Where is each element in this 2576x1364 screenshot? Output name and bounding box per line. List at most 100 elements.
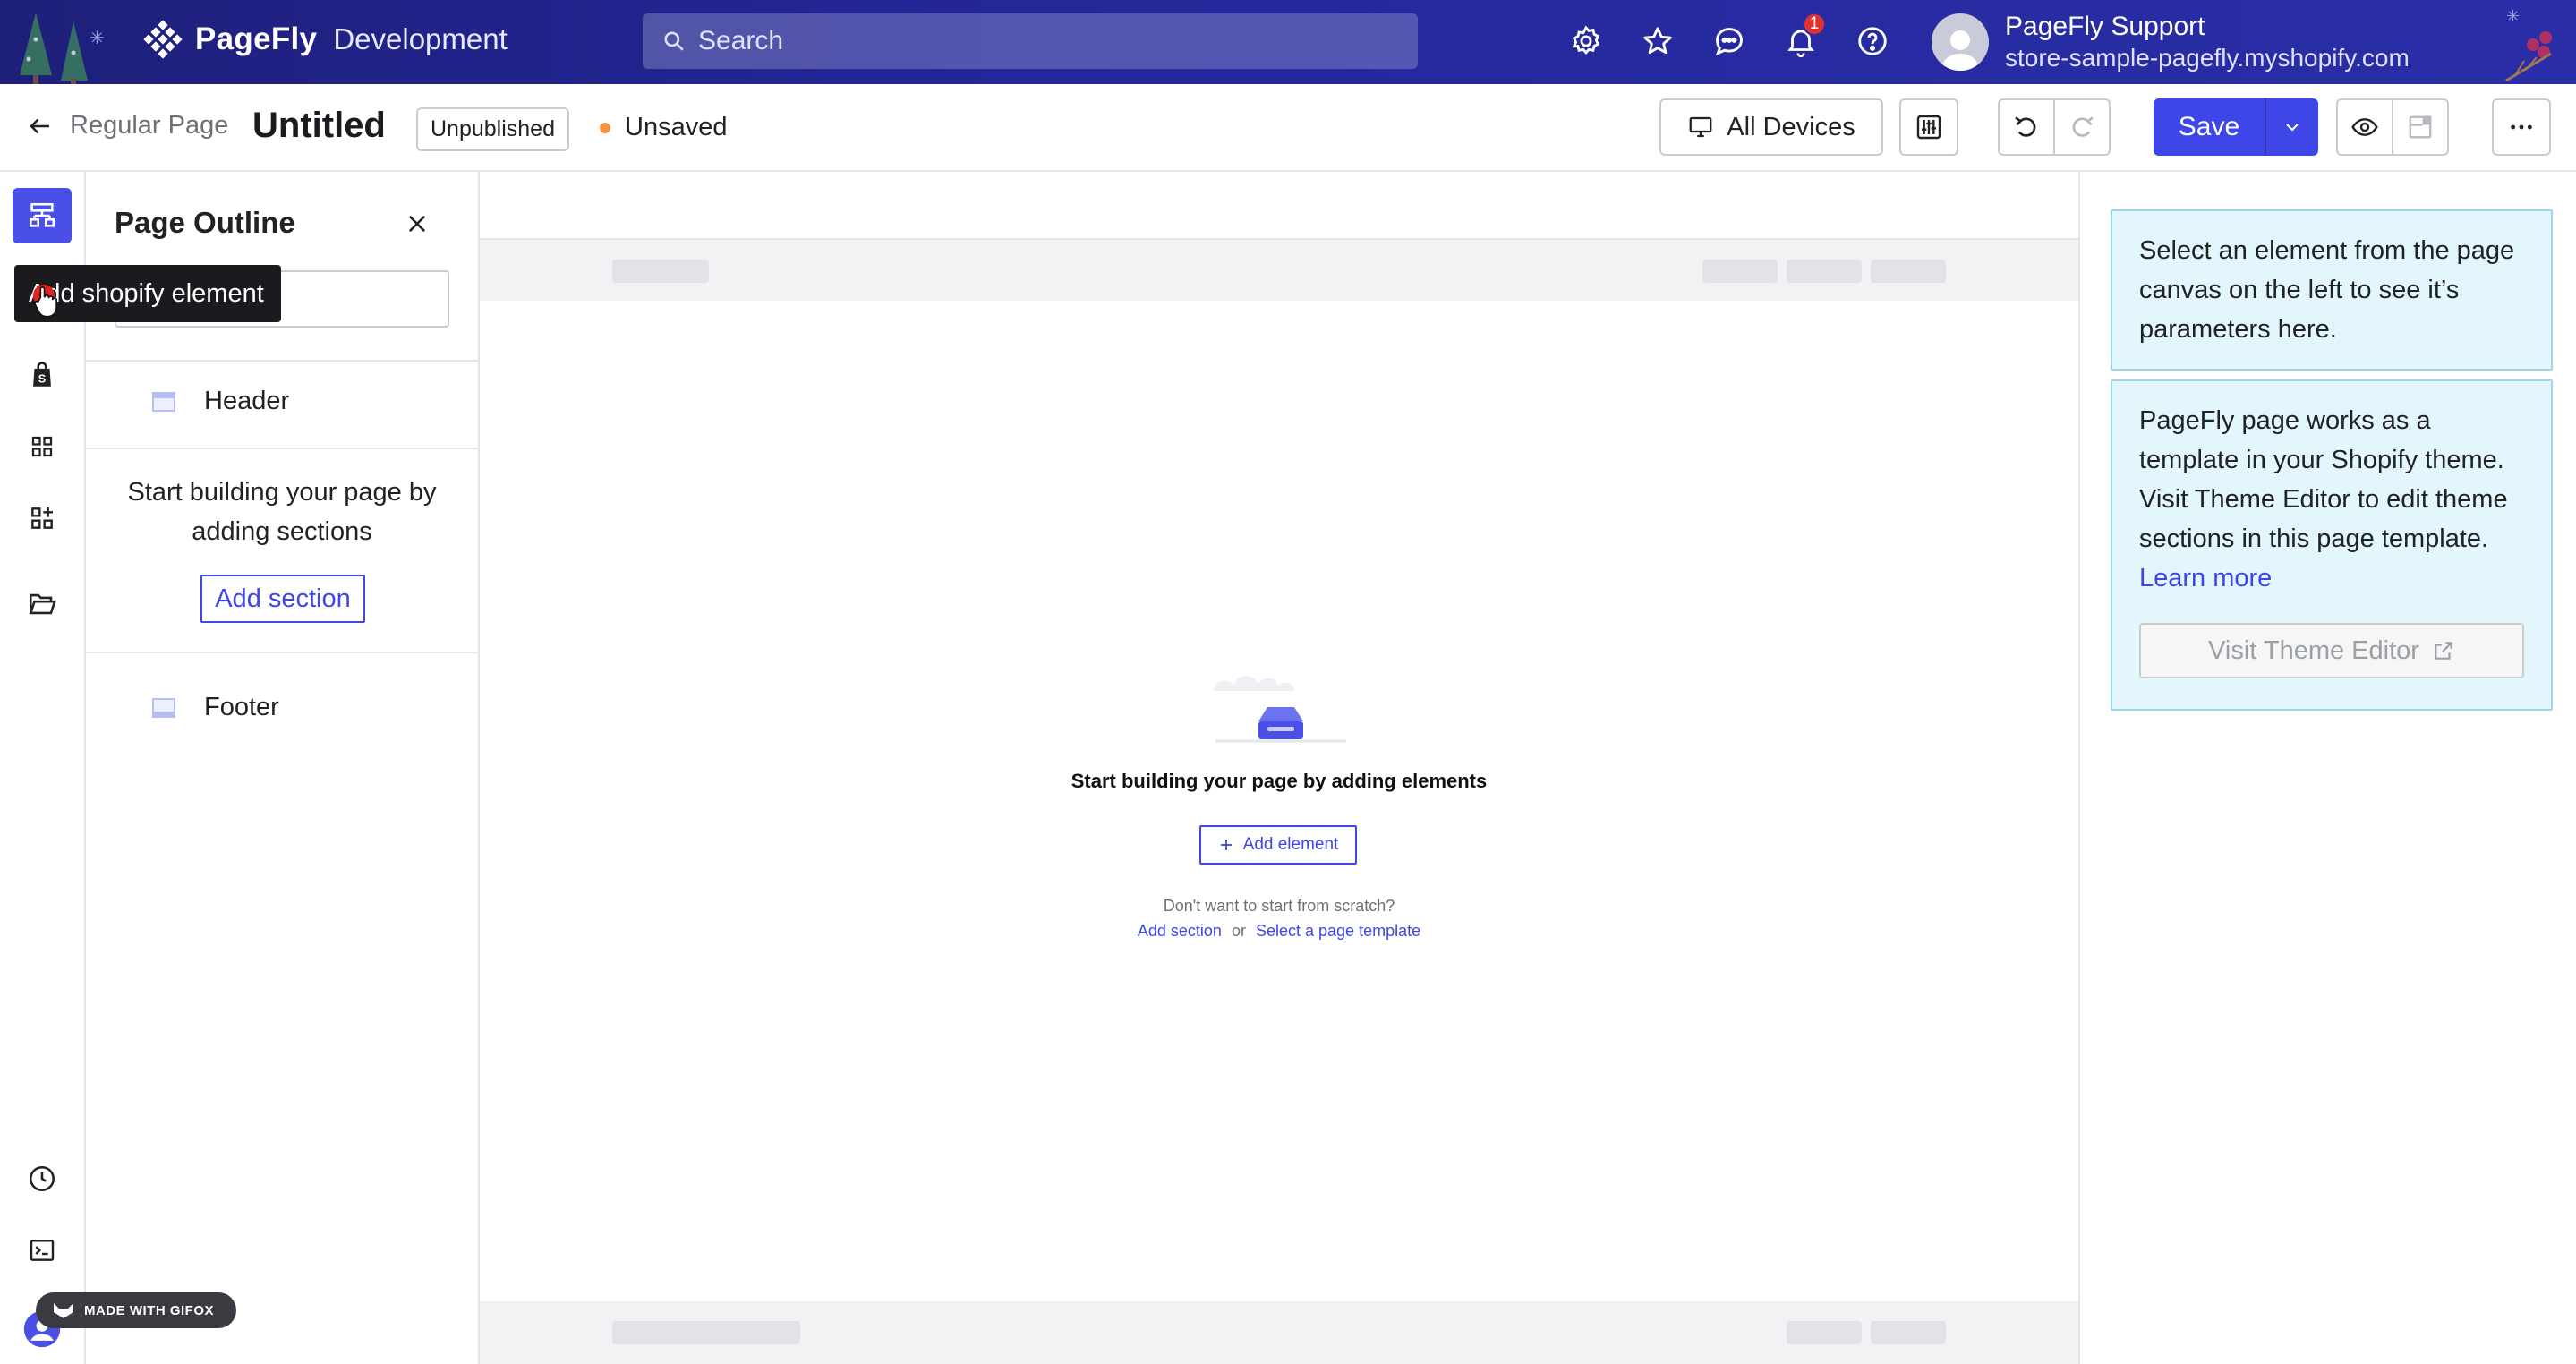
editor-toolbar: Regular Page Untitled Unpublished Unsave… <box>0 84 2576 172</box>
rail-page-outline-button[interactable] <box>13 188 72 243</box>
publish-status-badge: Unpublished <box>416 107 569 151</box>
skeleton-bar <box>1871 1321 1946 1344</box>
preview-eye-button[interactable] <box>2338 100 2393 154</box>
brand-environment: Development <box>333 22 508 55</box>
terminal-icon <box>30 1240 55 1261</box>
mouse-pointer-icon <box>33 286 57 318</box>
left-icon-rail: S <box>0 172 86 1364</box>
pagefly-logo-icon <box>143 20 183 59</box>
undo-button[interactable] <box>2000 100 2055 154</box>
brand-name: PageFly <box>195 21 318 56</box>
save-button[interactable]: Save <box>2154 98 2265 156</box>
visit-theme-editor-label: Visit Theme Editor <box>2208 636 2419 665</box>
external-link-icon <box>2435 642 2452 660</box>
skeleton-bar <box>1871 260 1946 283</box>
outline-close-button[interactable] <box>405 211 430 241</box>
theme-info-box: PageFly page works as a template in your… <box>2111 379 2553 711</box>
publish-settings-button[interactable] <box>2393 100 2447 154</box>
inspector-panel: Select an element from the page canvas o… <box>2078 172 2576 1364</box>
rail-apps-button[interactable] <box>13 490 72 546</box>
outline-header-item: Header <box>152 387 289 416</box>
chat-icon[interactable] <box>1710 18 1749 64</box>
search-bar[interactable] <box>643 13 1418 69</box>
save-options-button[interactable] <box>2265 98 2318 156</box>
canvas-footer-placeholder <box>480 1301 2078 1364</box>
page-settings-button[interactable] <box>1899 98 1958 156</box>
skeleton-bar <box>612 1321 800 1344</box>
page-canvas[interactable]: Start building your page by adding eleme… <box>480 172 2078 1364</box>
user-menu[interactable]: PageFly Support store-sample-pagefly.mys… <box>1932 11 2410 73</box>
save-button-group: Save <box>2154 98 2318 156</box>
outline-title: Page Outline <box>115 206 295 239</box>
or-text: or <box>1231 922 1246 940</box>
snowflake-icon: ✳ <box>90 29 105 48</box>
star-icon[interactable] <box>1638 18 1677 64</box>
top-icons: 1 <box>1566 13 1892 64</box>
skeleton-bar <box>1787 1321 1862 1344</box>
more-button[interactable] <box>2492 98 2551 156</box>
apps-icon <box>31 507 53 529</box>
outline-add-section-button[interactable]: Add section <box>200 575 365 623</box>
outline-header-label: Header <box>204 387 290 415</box>
folder-open-icon <box>29 593 56 615</box>
top-bar: ✳ ✳ PageFly Development Search 1 PageFly… <box>0 0 2576 84</box>
add-element-button[interactable]: Add element <box>1199 825 1357 865</box>
page-title[interactable]: Untitled <box>252 106 386 146</box>
close-icon <box>408 215 426 233</box>
rail-library-button[interactable] <box>13 576 72 632</box>
plus-icon <box>1220 840 1232 850</box>
save-status-label: Unsaved <box>625 113 728 141</box>
more-horizontal-icon <box>2511 124 2532 130</box>
undo-redo-group <box>1998 98 2111 156</box>
visit-theme-editor-button[interactable]: Visit Theme Editor <box>2139 623 2524 678</box>
user-name: PageFly Support <box>2005 12 2205 41</box>
outline-footer-label: Footer <box>204 693 279 721</box>
footer-section-icon <box>152 697 175 718</box>
device-selector[interactable]: All Devices <box>1659 98 1883 156</box>
save-status: Unsaved <box>600 113 727 142</box>
svg-text:S: S <box>38 372 47 386</box>
help-icon[interactable] <box>1853 18 1892 64</box>
page-outline-icon <box>29 202 55 227</box>
eye-icon <box>2351 118 2378 136</box>
unsaved-dot-icon <box>600 122 610 133</box>
scratch-text: Don't want to start from scratch? <box>1163 897 1395 915</box>
notification-bell-icon[interactable]: 1 <box>1781 13 1826 64</box>
search-input[interactable] <box>698 26 1378 56</box>
preview-button[interactable] <box>2336 98 2449 156</box>
undo-icon <box>2015 116 2036 137</box>
outline-empty-text: Start building your page by adding secti… <box>86 473 478 551</box>
outline-footer-row[interactable]: Footer <box>86 652 478 741</box>
redo-icon <box>2072 116 2094 137</box>
user-store: store-sample-pagefly.myshopify.com <box>2005 44 2410 72</box>
desktop-icon <box>1689 116 1712 138</box>
select-template-link[interactable]: Select a page template <box>1256 922 1420 940</box>
back-button[interactable]: Regular Page <box>27 111 228 141</box>
outline-header-row[interactable]: Header <box>86 360 478 449</box>
search-icon <box>664 31 684 51</box>
skeleton-bar <box>1702 260 1778 283</box>
select-element-hint: Select an element from the page canvas o… <box>2111 209 2553 371</box>
theme-info-text: PageFly page works as a template in your… <box>2139 406 2508 553</box>
gifox-logo-icon <box>54 1303 73 1318</box>
outline-empty-line-2: adding sections <box>192 517 372 546</box>
rail-history-button[interactable] <box>13 1151 72 1206</box>
brand[interactable]: PageFly Development <box>143 20 508 59</box>
rail-sections-button[interactable] <box>13 419 72 474</box>
rail-shopify-button[interactable]: S <box>13 347 72 403</box>
device-selector-label: All Devices <box>1727 112 1855 141</box>
skeleton-bar <box>612 260 709 283</box>
layout-icon <box>2409 115 2432 139</box>
canvas-add-section-link[interactable]: Add section <box>1138 922 1222 940</box>
arrow-left-icon <box>30 118 49 133</box>
empty-box-illustration-icon <box>1214 676 1346 743</box>
rail-code-button[interactable] <box>13 1223 72 1278</box>
avatar <box>1932 13 1989 71</box>
learn-more-link[interactable]: Learn more <box>2139 564 2272 592</box>
outline-footer-item: Footer <box>152 693 279 722</box>
holly-decoration-icon <box>2505 31 2552 82</box>
redo-button[interactable] <box>2055 100 2109 154</box>
chevron-down-icon <box>2286 124 2299 132</box>
settings-icon[interactable] <box>1566 18 1606 64</box>
outline-empty-line-1: Start building your page by <box>127 478 437 507</box>
